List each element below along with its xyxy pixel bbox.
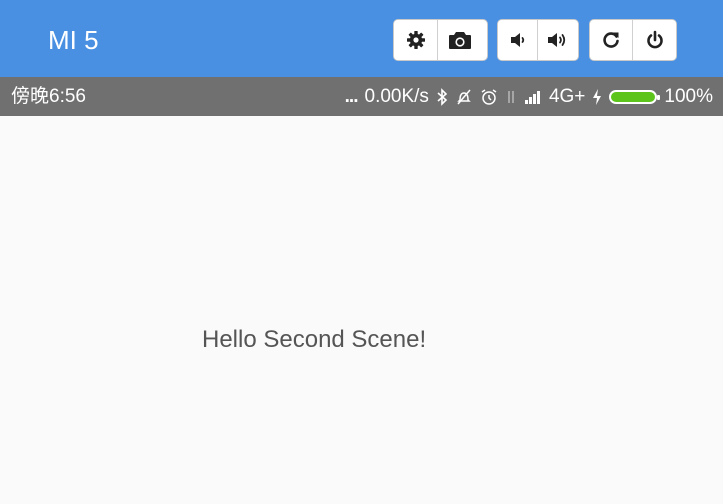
data-transfer-icon xyxy=(508,90,514,103)
capture-button-group xyxy=(393,19,488,61)
network-speed: 0.00K/s xyxy=(364,86,429,107)
network-type: 4G+ xyxy=(548,86,586,107)
app-screen: Hello Second Scene! xyxy=(0,116,723,504)
bluetooth-icon xyxy=(437,87,448,106)
status-icons: ... 0.00K/s 4G+ 100% xyxy=(345,85,713,108)
power-button-group xyxy=(589,19,677,61)
volume-up-button[interactable] xyxy=(538,20,578,60)
power-button[interactable] xyxy=(633,20,676,60)
screenshot-button[interactable] xyxy=(438,20,482,60)
rotate-button[interactable] xyxy=(590,20,634,60)
device-title: MI 5 xyxy=(48,25,99,55)
battery-percent: 100% xyxy=(664,86,713,107)
android-status-bar: 傍晚6:56 ... 0.00K/s 4G+ 100% xyxy=(0,77,723,116)
charging-icon xyxy=(593,88,602,105)
gear-icon xyxy=(406,31,425,49)
no-disturb-icon xyxy=(457,89,471,104)
volume-down-icon xyxy=(510,33,524,47)
status-time: 傍晚6:56 xyxy=(11,86,86,107)
device-header: MI 5 xyxy=(0,0,723,77)
battery-icon xyxy=(609,89,661,104)
volume-up-icon xyxy=(548,33,566,47)
signal-icon xyxy=(524,90,540,104)
scene-message: Hello Second Scene! xyxy=(202,326,427,353)
rotate-icon xyxy=(603,32,619,48)
settings-button[interactable] xyxy=(394,20,438,60)
more-notifications: ... xyxy=(344,86,359,107)
camera-icon xyxy=(449,32,471,49)
power-icon xyxy=(646,30,663,49)
volume-button-group xyxy=(497,19,579,61)
volume-down-button[interactable] xyxy=(498,20,538,60)
alarm-icon xyxy=(481,88,497,105)
